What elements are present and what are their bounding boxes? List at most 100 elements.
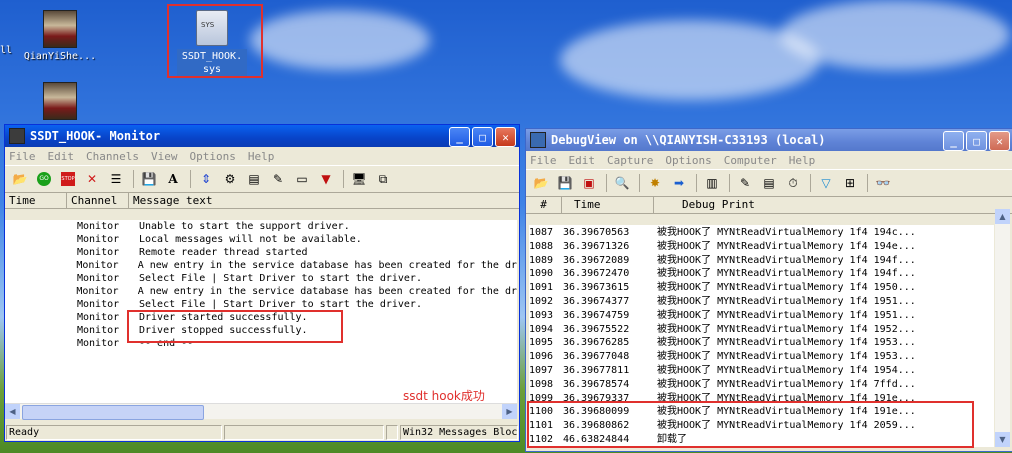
menu-file[interactable]: File: [530, 154, 557, 167]
menu-help[interactable]: Help: [248, 150, 275, 163]
scroll-down-arrow[interactable]: ▼: [995, 432, 1010, 447]
table-row[interactable]: Monitor Local messages will not be availa…: [5, 233, 517, 246]
table-row[interactable]: Monitor A new entry in the service databa…: [5, 285, 517, 298]
edit-icon[interactable]: ✎: [734, 172, 756, 194]
cell-debug-print: 被我HOOK了 MYNtReadVirtualMemory 1f4 1952..…: [657, 323, 916, 335]
cell-time: 36.39674759: [563, 309, 630, 321]
table-row[interactable]: Monitor Unable to start the support drive…: [5, 220, 517, 233]
table-row[interactable]: 1087 36.39670563 被我HOOK了 MYNtReadVirtualMe…: [529, 226, 994, 240]
scroll-up-arrow[interactable]: ▲: [995, 209, 1010, 224]
font-icon[interactable]: A: [162, 168, 184, 190]
cell-number: 1098: [529, 378, 554, 390]
monitor-titlebar[interactable]: SSDT_HOOK- Monitor _ □ ✕: [5, 125, 519, 147]
menu-capture[interactable]: Capture: [607, 154, 653, 167]
table-row[interactable]: 1093 36.39674759 被我HOOK了 MYNtReadVirtualMe…: [529, 309, 994, 323]
column-number[interactable]: #: [526, 197, 562, 213]
toolbar-separator: [729, 174, 730, 192]
column-time[interactable]: Time: [5, 193, 67, 208]
menu-channels[interactable]: Channels: [86, 150, 139, 163]
clock-icon[interactable]: ⏱: [782, 172, 804, 194]
computer-icon[interactable]: 🖥: [348, 168, 370, 190]
table-row[interactable]: Monitor A new entry in the service databa…: [5, 259, 517, 272]
cell-debug-print: 被我HOOK了 MYNtReadVirtualMemory 1f4 1951..…: [657, 295, 916, 307]
go-icon[interactable]: GO: [33, 168, 55, 190]
table-row[interactable]: 1094 36.39675522 被我HOOK了 MYNtReadVirtualMe…: [529, 323, 994, 337]
table-row[interactable]: 1095 36.39676285 被我HOOK了 MYNtReadVirtualMe…: [529, 336, 994, 350]
capture-kernel-icon[interactable]: ✸: [644, 172, 666, 194]
properties-icon[interactable]: ☰: [105, 168, 127, 190]
scroll-right-arrow[interactable]: ▶: [502, 404, 517, 419]
monitor-toolbar: 📂 GO STOP ✕ ☰ 💾 A ⇕ ⚙ ▤ ✎ ▭ ▼ 🖥 ⧉: [5, 165, 519, 193]
highlight-icon[interactable]: ▭: [291, 168, 313, 190]
menu-edit[interactable]: Edit: [48, 150, 75, 163]
cell-number: 1090: [529, 268, 554, 280]
table-row[interactable]: 1091 36.39673615 被我HOOK了 MYNtReadVirtualMe…: [529, 281, 994, 295]
filter-icon[interactable]: ▽: [815, 172, 837, 194]
capture-icon[interactable]: ⚙: [219, 168, 241, 190]
scroll-left-arrow[interactable]: ◀: [5, 404, 20, 419]
highlight-icon[interactable]: ⊞: [839, 172, 861, 194]
scroll-thumb[interactable]: [22, 405, 204, 420]
cell-number: 1087: [529, 227, 554, 238]
capture-icon[interactable]: ▣: [578, 172, 600, 194]
toolbar-separator: [133, 170, 134, 188]
debugview-toolbar: 📂 💾 ▣ 🔍 ✸ ➡ ▥ ✎ ▤ ⏱ ▽ ⊞ 👓: [526, 169, 1012, 197]
binoculars-icon[interactable]: 👓: [872, 172, 894, 194]
desktop-icon-qianyishe-2[interactable]: [18, 82, 102, 123]
save-icon[interactable]: 💾: [554, 172, 576, 194]
menu-edit[interactable]: Edit: [569, 154, 596, 167]
save-icon[interactable]: 💾: [138, 168, 160, 190]
table-row[interactable]: 1098 36.39678574 被我HOOK了 MYNtReadVirtualMe…: [529, 378, 994, 392]
cell-time: 36.39678574: [563, 378, 630, 390]
table-row[interactable]: Monitor Select File | Start Driver to sta…: [5, 272, 517, 285]
table-row[interactable]: 1089 36.39672089 被我HOOK了 MYNtReadVirtualMe…: [529, 254, 994, 268]
maximize-button[interactable]: □: [472, 127, 493, 147]
cell-message: Local messages will not be available.: [139, 234, 362, 245]
cell-time: 36.39671326: [563, 240, 630, 252]
close-button[interactable]: ✕: [495, 127, 516, 147]
clear-icon[interactable]: ✕: [81, 168, 103, 190]
log-icon[interactable]: ▤: [243, 168, 265, 190]
column-time[interactable]: Time: [562, 197, 654, 213]
column-debug-print[interactable]: Debug Print: [654, 197, 1012, 213]
table-row[interactable]: 1097 36.39677811 被我HOOK了 MYNtReadVirtualMe…: [529, 364, 994, 378]
toolbar-separator: [190, 170, 191, 188]
open-icon[interactable]: 📂: [530, 172, 552, 194]
table-row[interactable]: 1088 36.39671326 被我HOOK了 MYNtReadVirtualMe…: [529, 240, 994, 254]
status-messages: Win32 Messages Bloc: [400, 425, 518, 440]
cell-channel: Monitor: [77, 234, 120, 245]
edit-icon[interactable]: ✎: [267, 168, 289, 190]
desktop-icon-qianyishe[interactable]: QianYiShe...: [18, 10, 102, 62]
table-row[interactable]: 1090 36.39672470 被我HOOK了 MYNtReadVirtualMe…: [529, 267, 994, 281]
cell-channel: Monitor: [77, 247, 120, 258]
menu-help[interactable]: Help: [789, 154, 816, 167]
maximize-button[interactable]: □: [966, 131, 987, 151]
cell-debug-print: 被我HOOK了 MYNtReadVirtualMemory 1f4 194c..…: [657, 227, 916, 238]
table-row[interactable]: Monitor Remote reader thread started: [5, 246, 517, 259]
minimize-button[interactable]: _: [449, 127, 470, 147]
filter-icon[interactable]: ▼: [315, 168, 337, 190]
clear-icon[interactable]: ▥: [701, 172, 723, 194]
menu-computer[interactable]: Computer: [724, 154, 777, 167]
table-row[interactable]: 1092 36.39674377 被我HOOK了 MYNtReadVirtualMe…: [529, 295, 994, 309]
arrow-icon[interactable]: ➡: [668, 172, 690, 194]
menu-view[interactable]: View: [151, 150, 178, 163]
menu-file[interactable]: File: [9, 150, 36, 163]
scroll-icon[interactable]: ⇕: [195, 168, 217, 190]
annotation-text: ssdt hook成功: [403, 389, 485, 403]
find-icon[interactable]: 🔍: [611, 172, 633, 194]
menu-options[interactable]: Options: [189, 150, 235, 163]
monitor-horizontal-scrollbar[interactable]: ◀ ▶: [5, 403, 517, 420]
table-row[interactable]: 1096 36.39677048 被我HOOK了 MYNtReadVirtualMe…: [529, 350, 994, 364]
log-icon[interactable]: ▤: [758, 172, 780, 194]
network-icon[interactable]: ⧉: [372, 168, 394, 190]
close-button[interactable]: ✕: [989, 131, 1010, 151]
debugview-vertical-scrollbar[interactable]: ▲ ▼: [995, 209, 1010, 447]
debugview-titlebar[interactable]: DebugView on \\QIANYISH-C33193 (local) _…: [526, 129, 1012, 151]
minimize-button[interactable]: _: [943, 131, 964, 151]
column-message[interactable]: Message text: [129, 193, 519, 208]
stop-icon[interactable]: STOP: [57, 168, 79, 190]
column-channel[interactable]: Channel: [67, 193, 129, 208]
menu-options[interactable]: Options: [665, 154, 711, 167]
open-icon[interactable]: 📂: [9, 168, 31, 190]
